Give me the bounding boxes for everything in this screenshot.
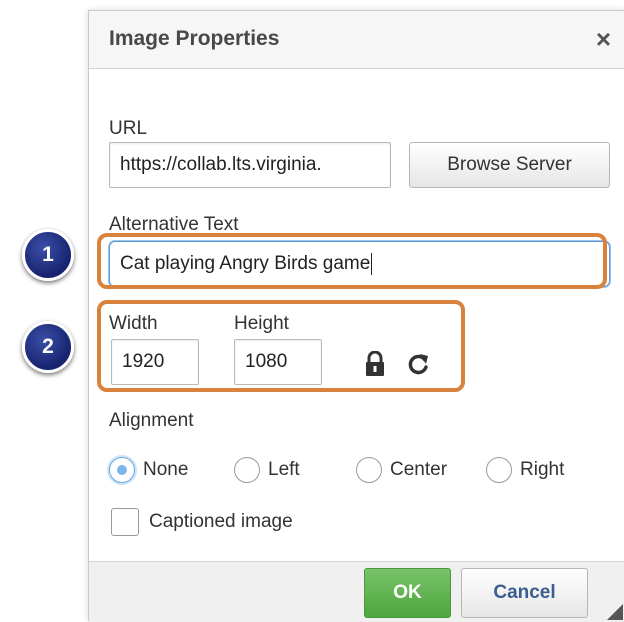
alignment-option-label: Left: [268, 459, 300, 480]
radio-left[interactable]: [234, 457, 260, 483]
close-icon[interactable]: ×: [596, 26, 611, 52]
captioned-image-checkbox[interactable]: [111, 508, 139, 536]
url-input-value: https://collab.lts.virginia.: [120, 154, 322, 175]
resize-grip-icon[interactable]: [607, 604, 623, 620]
browse-server-button[interactable]: Browse Server: [409, 142, 610, 188]
alignment-option-none[interactable]: None: [109, 457, 188, 483]
cancel-label: Cancel: [493, 582, 556, 603]
captioned-image-label: Captioned image: [149, 511, 293, 532]
step-badge-2: 2: [22, 321, 74, 373]
radio-center[interactable]: [356, 457, 382, 483]
alignment-option-label: Right: [520, 459, 565, 480]
dialog-title: Image Properties: [109, 27, 280, 50]
alignment-option-left[interactable]: Left: [234, 457, 300, 483]
step-badge-number: 1: [42, 243, 54, 266]
alignment-option-right[interactable]: Right: [486, 457, 564, 483]
browse-server-label: Browse Server: [447, 154, 572, 175]
ok-label: OK: [393, 582, 422, 603]
step-badge-1: 1: [22, 229, 74, 281]
radio-none[interactable]: [109, 457, 135, 483]
alignment-option-label: None: [143, 459, 189, 480]
dialog-footer: OK Cancel: [89, 561, 624, 622]
highlight-alternative-text: [97, 233, 607, 289]
highlight-dimensions: [97, 300, 465, 392]
alignment-option-label: Center: [390, 459, 448, 480]
dialog-titlebar[interactable]: Image Properties ×: [89, 11, 624, 69]
url-label: URL: [109, 118, 148, 139]
step-badge-number: 2: [42, 335, 54, 358]
ok-button[interactable]: OK: [364, 568, 451, 618]
alignment-option-center[interactable]: Center: [356, 457, 447, 483]
cancel-button[interactable]: Cancel: [461, 568, 588, 618]
radio-right[interactable]: [486, 457, 512, 483]
url-input[interactable]: https://collab.lts.virginia.: [109, 142, 391, 188]
alignment-label: Alignment: [109, 410, 194, 431]
